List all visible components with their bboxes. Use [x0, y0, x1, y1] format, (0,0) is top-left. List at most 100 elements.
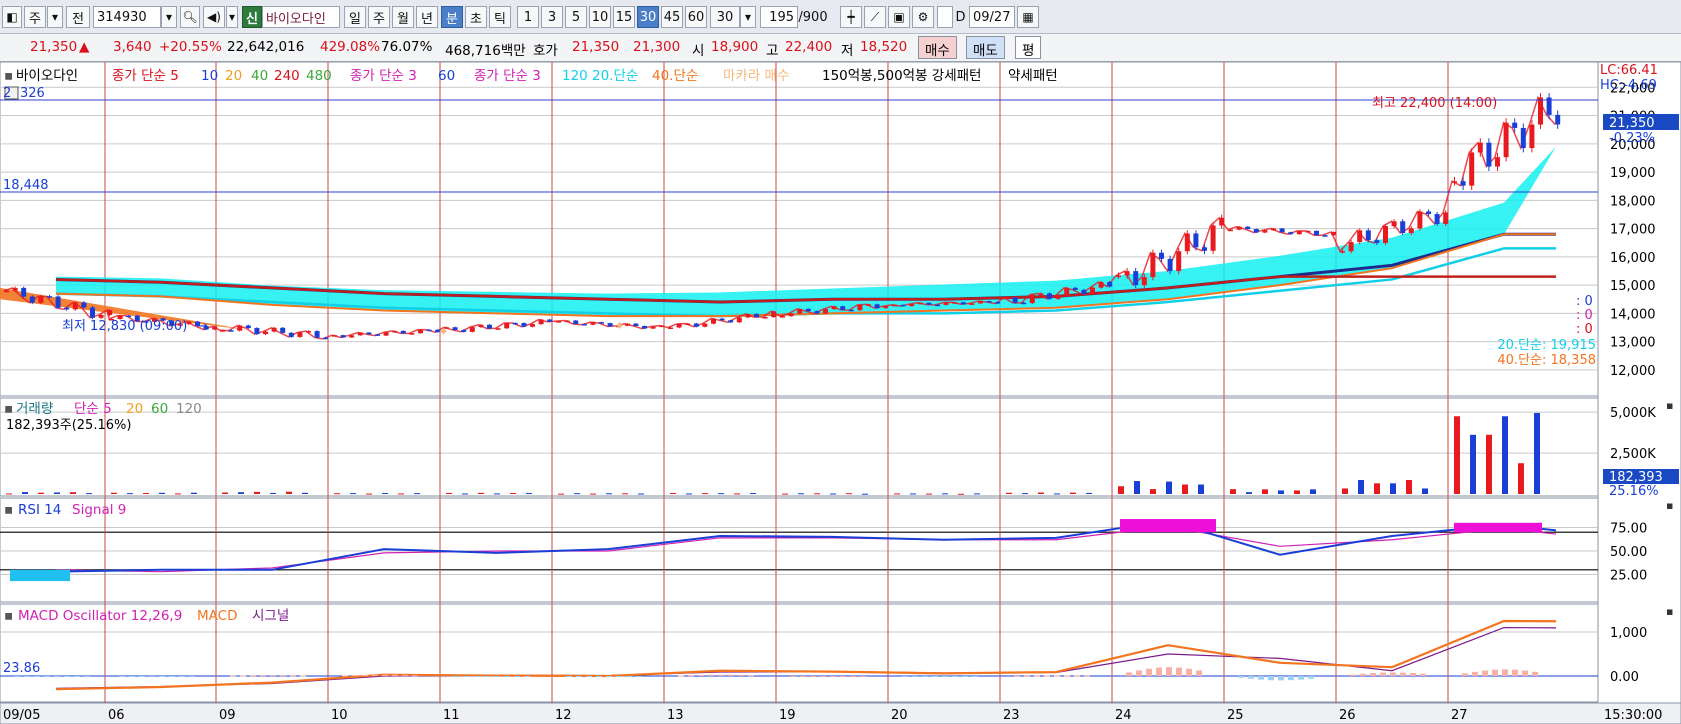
macd-osc-bar: [1308, 676, 1314, 679]
x-tick-label: 27: [1451, 708, 1468, 723]
macd-osc-bar: [260, 675, 266, 677]
volume-close-icon[interactable]: ▪: [1666, 399, 1673, 412]
candle-body: [1512, 122, 1518, 128]
buy-button[interactable]: 매수: [918, 36, 957, 59]
gear-icon[interactable]: ⚙: [912, 6, 934, 28]
legend-stock-name[interactable]: 바이오다인: [16, 68, 78, 84]
candle-icon[interactable]: ┿: [840, 6, 862, 28]
macd-osc-bar: [800, 676, 806, 677]
interval-45[interactable]: 45: [661, 6, 683, 28]
volume-legend-name[interactable]: 거래량: [16, 401, 53, 417]
x-tick-label: 24: [1115, 708, 1132, 723]
candle-body: [1348, 242, 1354, 252]
interval-60[interactable]: 60: [685, 6, 707, 28]
code-dropdown-icon[interactable]: ▾: [161, 6, 177, 28]
candle-body: [556, 321, 561, 323]
date-prefix: D: [955, 9, 966, 25]
interval-10[interactable]: 10: [589, 6, 611, 28]
calendar-icon[interactable]: ▦: [1017, 6, 1039, 28]
macd-osc-bar: [494, 676, 500, 677]
rsi-close-icon[interactable]: ▪: [1666, 499, 1673, 512]
sell-button[interactable]: 매도: [966, 36, 1005, 59]
stock-code-input[interactable]: 314930: [93, 6, 161, 28]
candle-body: [1004, 297, 1009, 300]
candle-body: [1047, 293, 1052, 299]
side-zero-3: : 0: [1576, 322, 1593, 337]
legend-sma40[interactable]: 40.단순: [652, 68, 698, 84]
volume-bar: [1118, 486, 1124, 494]
bar-count-input[interactable]: 195: [760, 6, 798, 28]
macd-osc-bar: [149, 676, 155, 677]
volume-bar: [702, 493, 708, 495]
macd-close-icon[interactable]: ▪: [1666, 605, 1673, 618]
legend-pattern-strong[interactable]: 150억봉,500억봉 강세패턴: [822, 68, 981, 84]
volume-bar: [798, 493, 804, 495]
candle-body: [1055, 295, 1061, 299]
tab-month[interactable]: 월: [392, 6, 414, 28]
candle-body: [771, 311, 777, 318]
search-icon[interactable]: 🔍︎: [180, 6, 200, 28]
candle-body: [237, 325, 243, 331]
tab-year[interactable]: 년: [416, 6, 438, 28]
candle-body: [1477, 142, 1483, 153]
period-type-button[interactable]: 주: [24, 6, 46, 28]
candle-body: [418, 329, 423, 334]
candle-body: [1262, 230, 1268, 233]
candle-body: [4, 290, 9, 293]
candle-body: [1228, 229, 1233, 232]
legend-close-simple-5[interactable]: 종가 단순 5: [112, 68, 179, 84]
speaker-icon[interactable]: ◀): [203, 6, 225, 28]
legend-close-simple-3[interactable]: 종가 단순 3: [350, 68, 417, 84]
hline-mid-value: 18,448: [3, 178, 49, 193]
rsi-legend-signal[interactable]: Signal 9: [72, 502, 126, 518]
candle-body: [1279, 228, 1285, 233]
volume-legend-simple5[interactable]: 단순 5: [74, 401, 112, 417]
macd-osc-bar: [850, 676, 856, 677]
legend-close-simple-3b[interactable]: 종가 단순 3: [474, 68, 541, 84]
candle-body: [495, 328, 501, 330]
prev-button[interactable]: 전: [66, 6, 90, 28]
macd-legend-osc[interactable]: MACD Oscillator 12,26,9: [18, 608, 182, 624]
date-checkbox[interactable]: [937, 6, 953, 28]
rsi-legend-rsi[interactable]: RSI 14: [18, 502, 61, 518]
x-tick-label: 12: [555, 708, 572, 723]
candle-body: [1184, 233, 1190, 252]
macd-legend-signal[interactable]: 시그널: [252, 608, 289, 624]
chart-menu-icon[interactable]: ◧: [2, 6, 22, 28]
candle-body: [487, 324, 492, 329]
candle-body: [840, 306, 846, 310]
candle-body: [1365, 230, 1371, 241]
draw-line-icon[interactable]: ⟋: [864, 6, 886, 28]
legend-pattern-weak[interactable]: 약세패턴: [1008, 68, 1058, 84]
interval-15[interactable]: 15: [613, 6, 635, 28]
chevron-down-icon[interactable]: ▾: [47, 6, 63, 28]
volume-bar: [622, 493, 628, 495]
tab-second[interactable]: 초: [465, 6, 487, 28]
tab-week[interactable]: 주: [368, 6, 390, 28]
interval-3[interactable]: 3: [541, 6, 563, 28]
speaker-dropdown-icon[interactable]: ▾: [226, 6, 238, 28]
interval-1[interactable]: 1: [517, 6, 539, 28]
interval-5[interactable]: 5: [565, 6, 587, 28]
interval-select[interactable]: 30: [710, 6, 740, 28]
candle-body: [263, 331, 268, 335]
stock-name-field[interactable]: 바이오다인: [262, 6, 340, 28]
volume-bar: [814, 493, 820, 495]
macd-osc-bar: [586, 676, 592, 677]
volume-bar: [1006, 492, 1012, 494]
tab-day[interactable]: 일: [344, 6, 366, 28]
macd-osc-bar: [1350, 674, 1356, 676]
macd-osc-bar: [860, 676, 866, 677]
date-input[interactable]: 09/27: [969, 6, 1015, 28]
legend-sma20[interactable]: 20.단순: [592, 68, 638, 84]
tab-tick[interactable]: 틱: [489, 6, 511, 28]
volume-bar: [1294, 490, 1300, 494]
save-icon[interactable]: ▣: [888, 6, 910, 28]
legend-macarrah[interactable]: 마카라 매수: [723, 68, 789, 84]
tab-minute[interactable]: 분: [441, 6, 463, 28]
up-arrow-icon: ▲: [79, 39, 90, 55]
macd-legend-macd[interactable]: MACD: [197, 608, 237, 624]
interval-dropdown-icon[interactable]: ▾: [740, 6, 756, 28]
eval-button[interactable]: 평: [1015, 36, 1042, 59]
interval-30[interactable]: 30: [637, 6, 659, 28]
